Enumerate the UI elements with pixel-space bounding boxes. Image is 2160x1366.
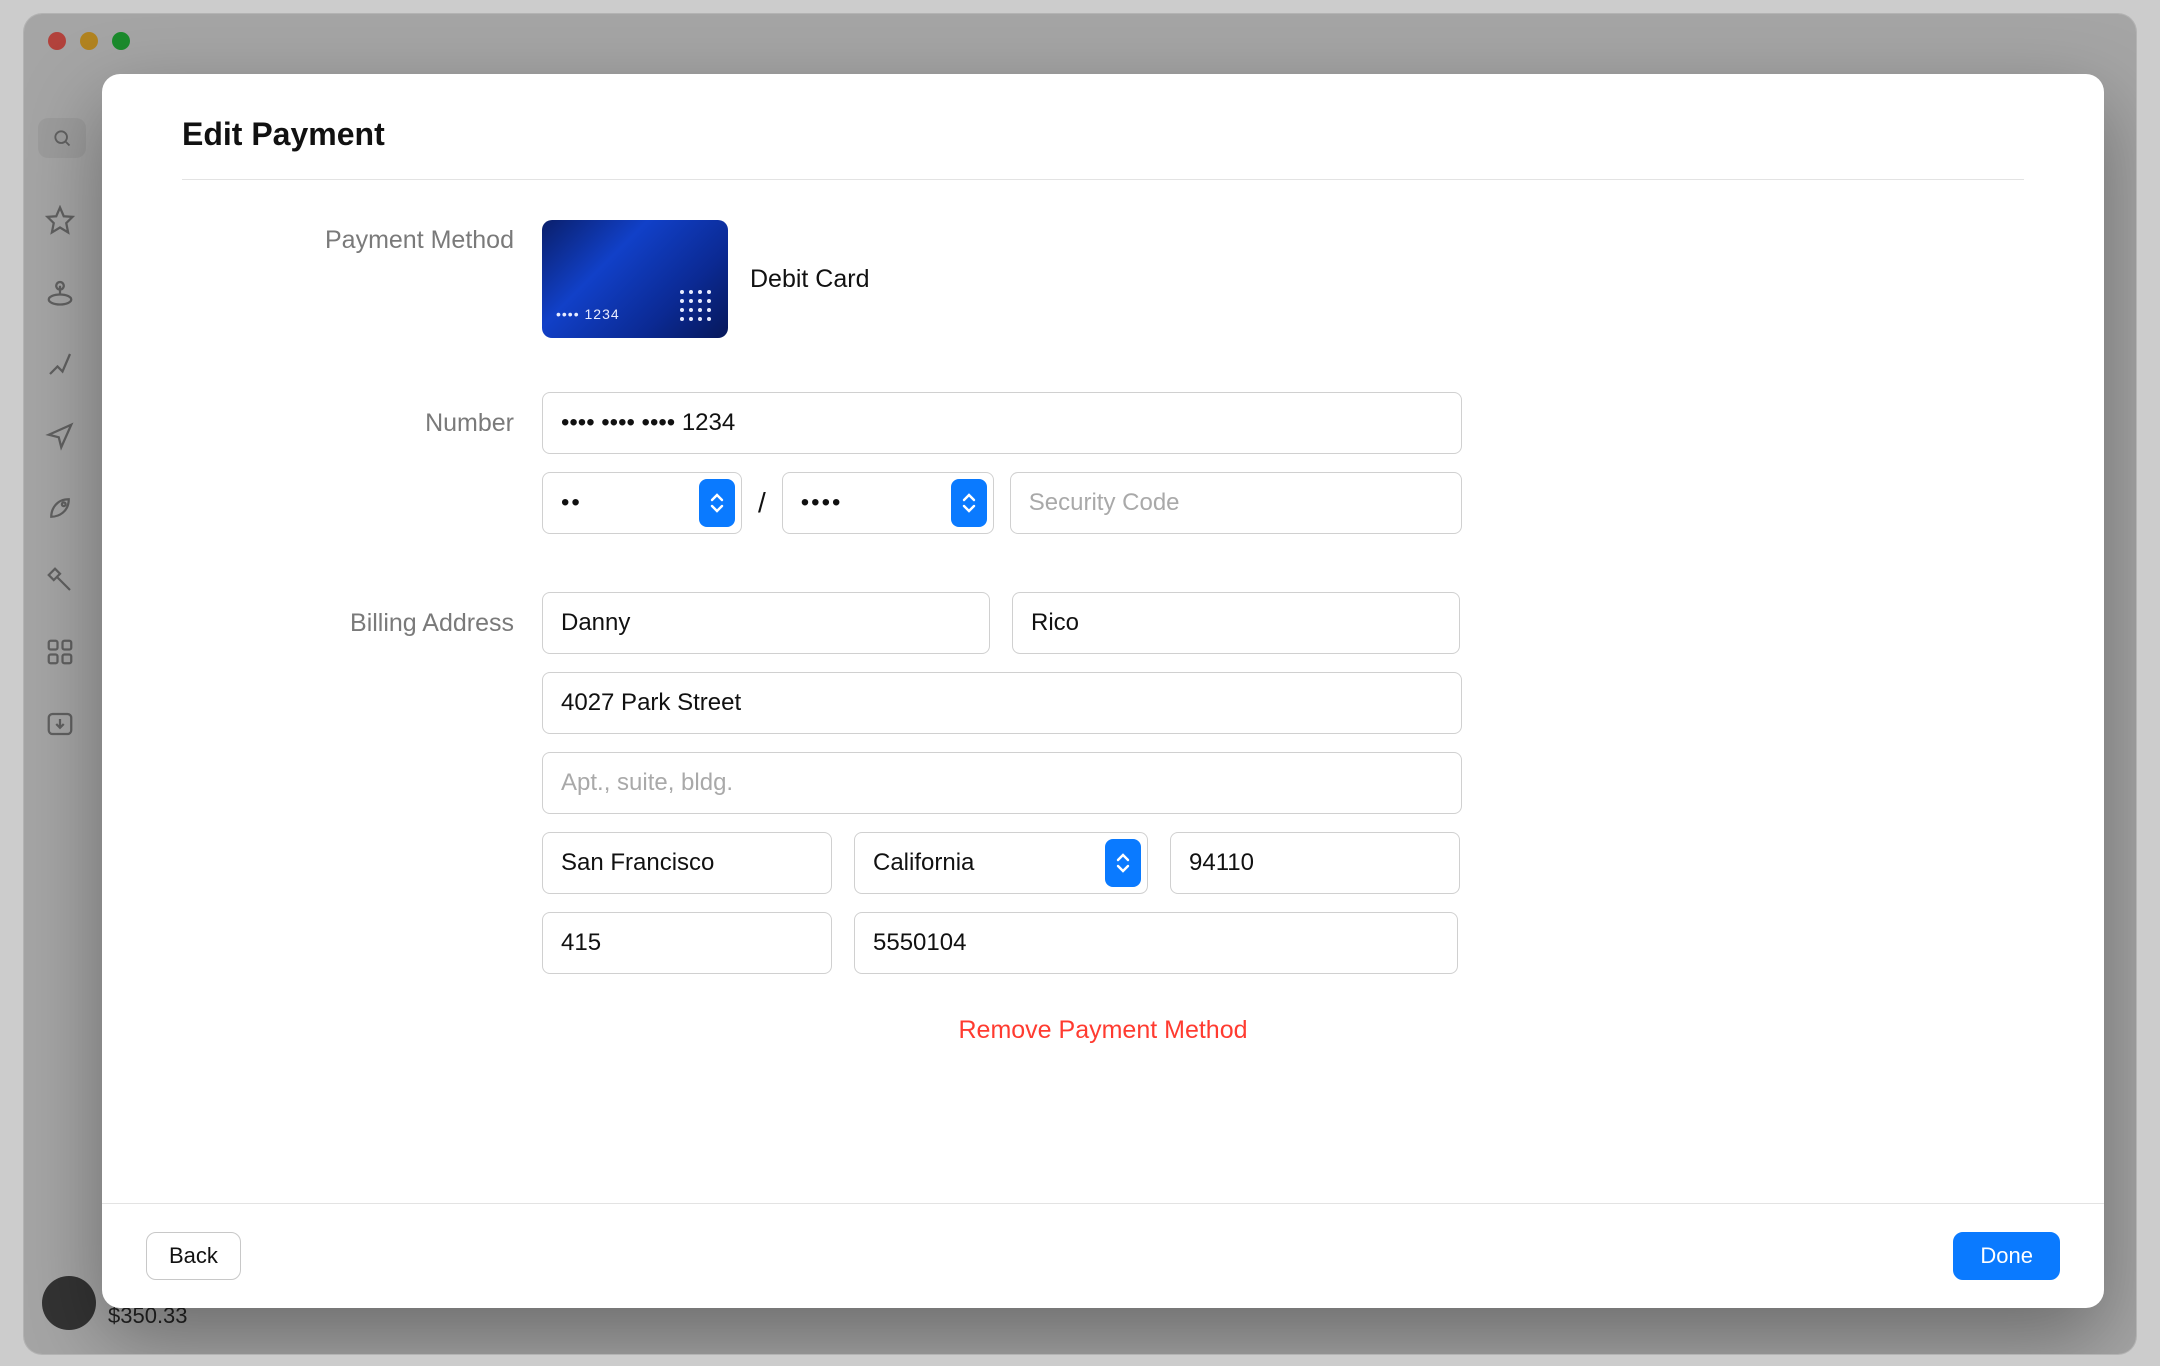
last-name-field[interactable]: [1012, 592, 1460, 654]
edit-payment-sheet: Edit Payment Payment Method •••• 1234: [102, 74, 2104, 1308]
card-art: •••• 1234: [542, 220, 728, 338]
card-type-label: Debit Card: [750, 265, 870, 294]
sheet-title: Edit Payment: [182, 116, 2024, 180]
security-code-field[interactable]: [1010, 472, 1462, 534]
stepper-icon: [1105, 839, 1141, 887]
phone-field[interactable]: [854, 912, 1458, 974]
stepper-icon: [951, 479, 987, 527]
card-art-masked-digits: •••• 1234: [556, 306, 620, 322]
postal-code-field[interactable]: [1170, 832, 1460, 894]
exp-year-select[interactable]: ••••: [782, 472, 994, 534]
expiry-separator: /: [758, 487, 766, 519]
stepper-icon: [699, 479, 735, 527]
back-button[interactable]: Back: [146, 1232, 241, 1280]
exp-year-value: ••••: [801, 489, 843, 517]
city-field[interactable]: [542, 832, 832, 894]
exp-month-select[interactable]: ••: [542, 472, 742, 534]
label-card-number: Number: [182, 409, 542, 438]
area-code-field[interactable]: [542, 912, 832, 974]
label-payment-method: Payment Method: [182, 220, 542, 255]
state-value: California: [873, 849, 974, 877]
app-window: Danny Rico $350.33 Edit Payment Payment …: [24, 14, 2136, 1354]
done-button[interactable]: Done: [1953, 1232, 2060, 1280]
state-select[interactable]: California: [854, 832, 1148, 894]
label-billing-address: Billing Address: [182, 609, 542, 638]
street2-field[interactable]: [542, 752, 1462, 814]
street1-field[interactable]: [542, 672, 1462, 734]
sheet-footer: Back Done: [102, 1203, 2104, 1308]
card-number-field[interactable]: [542, 392, 1462, 454]
remove-payment-method-link[interactable]: Remove Payment Method: [182, 1016, 2024, 1045]
first-name-field[interactable]: [542, 592, 990, 654]
card-brand-icon: [678, 288, 714, 324]
exp-month-value: ••: [561, 489, 582, 517]
